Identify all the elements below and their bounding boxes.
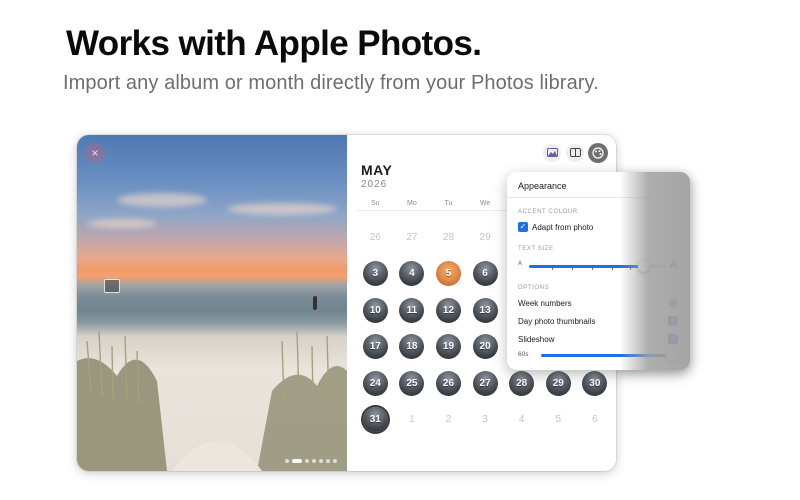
page-dot[interactable] xyxy=(333,459,337,463)
day-photo-thumbnail: 6 xyxy=(472,261,498,287)
calendar-day[interactable]: 27 xyxy=(467,365,504,402)
calendar-day[interactable]: 18 xyxy=(394,329,431,366)
page-dot[interactable] xyxy=(319,459,323,463)
calendar-day-outside-month: 5 xyxy=(555,414,562,426)
month-title: MAY xyxy=(361,162,393,178)
slideshow-interval-label: 60s xyxy=(518,351,529,358)
calendar-day[interactable]: 24 xyxy=(357,365,394,402)
options-heading: OPTIONS xyxy=(518,285,550,291)
day-photo-thumbnail: 10 xyxy=(362,297,388,323)
calendar-day-outside-month: 29 xyxy=(479,231,491,243)
day-photo-thumbnail: 18 xyxy=(399,334,425,360)
week-numbers-label: Week numbers xyxy=(518,299,572,308)
calendar-day-outside-month: 3 xyxy=(482,414,488,426)
calendar-day-outside-month: 2 xyxy=(445,414,452,426)
calendar-day[interactable]: 31 xyxy=(357,402,394,439)
accent-colour-heading: ACCENT COLOUR xyxy=(518,209,578,215)
calendar-day[interactable]: 19 xyxy=(430,329,467,366)
headline: Works with Apple Photos. xyxy=(66,24,482,63)
calendar-day-outside-month: 27 xyxy=(406,231,418,243)
calendar-day[interactable]: 25 xyxy=(394,365,431,402)
day-photo-thumbnail: 30 xyxy=(582,370,608,396)
day-photo-thumbnail: 12 xyxy=(435,297,461,323)
day-photo-thumbnail: 17 xyxy=(362,334,388,360)
calendar-day[interactable]: 3 xyxy=(357,256,394,293)
page-dot[interactable] xyxy=(305,459,309,463)
calendar-day[interactable]: 4 xyxy=(394,256,431,293)
calendar-day-outside-month: 26 xyxy=(369,231,381,243)
page-dot[interactable] xyxy=(292,459,302,463)
palette-icon[interactable] xyxy=(588,143,608,163)
text-size-heading: TEXT SIZE xyxy=(518,246,554,252)
slider-tick xyxy=(612,268,613,270)
popover-title: Appearance xyxy=(518,181,567,191)
day-photo-thumbnail: 4 xyxy=(399,261,425,287)
calendar-day[interactable]: 20 xyxy=(467,329,504,366)
photo-import-icon[interactable] xyxy=(543,144,561,162)
day-photo-thumbnail: 13 xyxy=(472,297,498,323)
day-photo-thumbnail: 19 xyxy=(435,334,461,360)
weekday-label: Mo xyxy=(407,200,417,207)
text-size-small-label: A xyxy=(518,261,523,267)
day-photo-thumbnail: 11 xyxy=(399,297,425,323)
day-photo-thumbnails-label: Day photo thumbnails xyxy=(518,317,596,326)
subheadline: Import any album or month directly from … xyxy=(63,72,599,94)
year-label: 2026 xyxy=(361,179,388,190)
day-photo-thumbnail: 27 xyxy=(472,370,498,396)
slider-tick xyxy=(552,268,553,270)
calendar-day[interactable]: 5 xyxy=(430,256,467,293)
slider-tick xyxy=(572,268,573,270)
calendar-day[interactable]: 10 xyxy=(357,292,394,329)
calendar-day-outside-month: 1 xyxy=(409,414,415,426)
appearance-popover: Appearance ACCENT COLOUR ✓ Adapt from ph… xyxy=(507,172,690,370)
day-photo-thumbnail: 31 xyxy=(362,407,388,433)
person-figure xyxy=(313,296,317,310)
day-photo-thumbnail: 20 xyxy=(472,334,498,360)
slider-tick xyxy=(592,268,593,270)
weekday-label: Su xyxy=(371,200,380,207)
day-photo-thumbnail: 24 xyxy=(362,370,388,396)
page-dot[interactable] xyxy=(326,459,330,463)
adapt-from-photo-checkbox[interactable]: ✓ xyxy=(518,222,528,232)
calendar-day-outside-month: 4 xyxy=(518,414,525,426)
split-view-icon[interactable] xyxy=(566,144,584,162)
weekday-label: Tu xyxy=(444,200,453,207)
page-dot[interactable] xyxy=(285,459,289,463)
day-photo-thumbnail: 3 xyxy=(362,261,388,287)
calendar-day-outside-month: 28 xyxy=(442,231,455,243)
slideshow-page-indicator[interactable] xyxy=(285,459,337,463)
day-photo-thumbnail: 25 xyxy=(399,370,425,396)
day-photo-thumbnail: 5 xyxy=(435,261,461,287)
day-photo-thumbnail: 28 xyxy=(509,370,535,396)
calendar-day[interactable]: 12 xyxy=(430,292,467,329)
day-photo-thumbnail: 29 xyxy=(545,370,571,396)
calendar-day[interactable]: 29 xyxy=(540,365,577,402)
calendar-day-outside-month: 6 xyxy=(592,414,598,426)
day-photo-thumbnail: 26 xyxy=(435,370,461,396)
calendar-day[interactable]: 26 xyxy=(430,365,467,402)
calendar-day[interactable]: 17 xyxy=(357,329,394,366)
photo-select-icon[interactable] xyxy=(104,279,120,293)
calendar-day[interactable]: 30 xyxy=(577,365,614,402)
day-photo: × xyxy=(77,135,347,471)
adapt-from-photo-label: Adapt from photo xyxy=(532,223,594,232)
calendar-day[interactable]: 11 xyxy=(394,292,431,329)
calendar-day[interactable]: 6 xyxy=(467,256,504,293)
close-button[interactable]: × xyxy=(85,143,105,163)
slideshow-label: Slideshow xyxy=(518,335,555,344)
dune-grass xyxy=(77,330,347,471)
calendar-day[interactable]: 28 xyxy=(503,365,540,402)
popover-fade xyxy=(620,172,690,370)
calendar-day[interactable]: 13 xyxy=(467,292,504,329)
page-dot[interactable] xyxy=(312,459,316,463)
weekday-label: We xyxy=(479,200,491,207)
